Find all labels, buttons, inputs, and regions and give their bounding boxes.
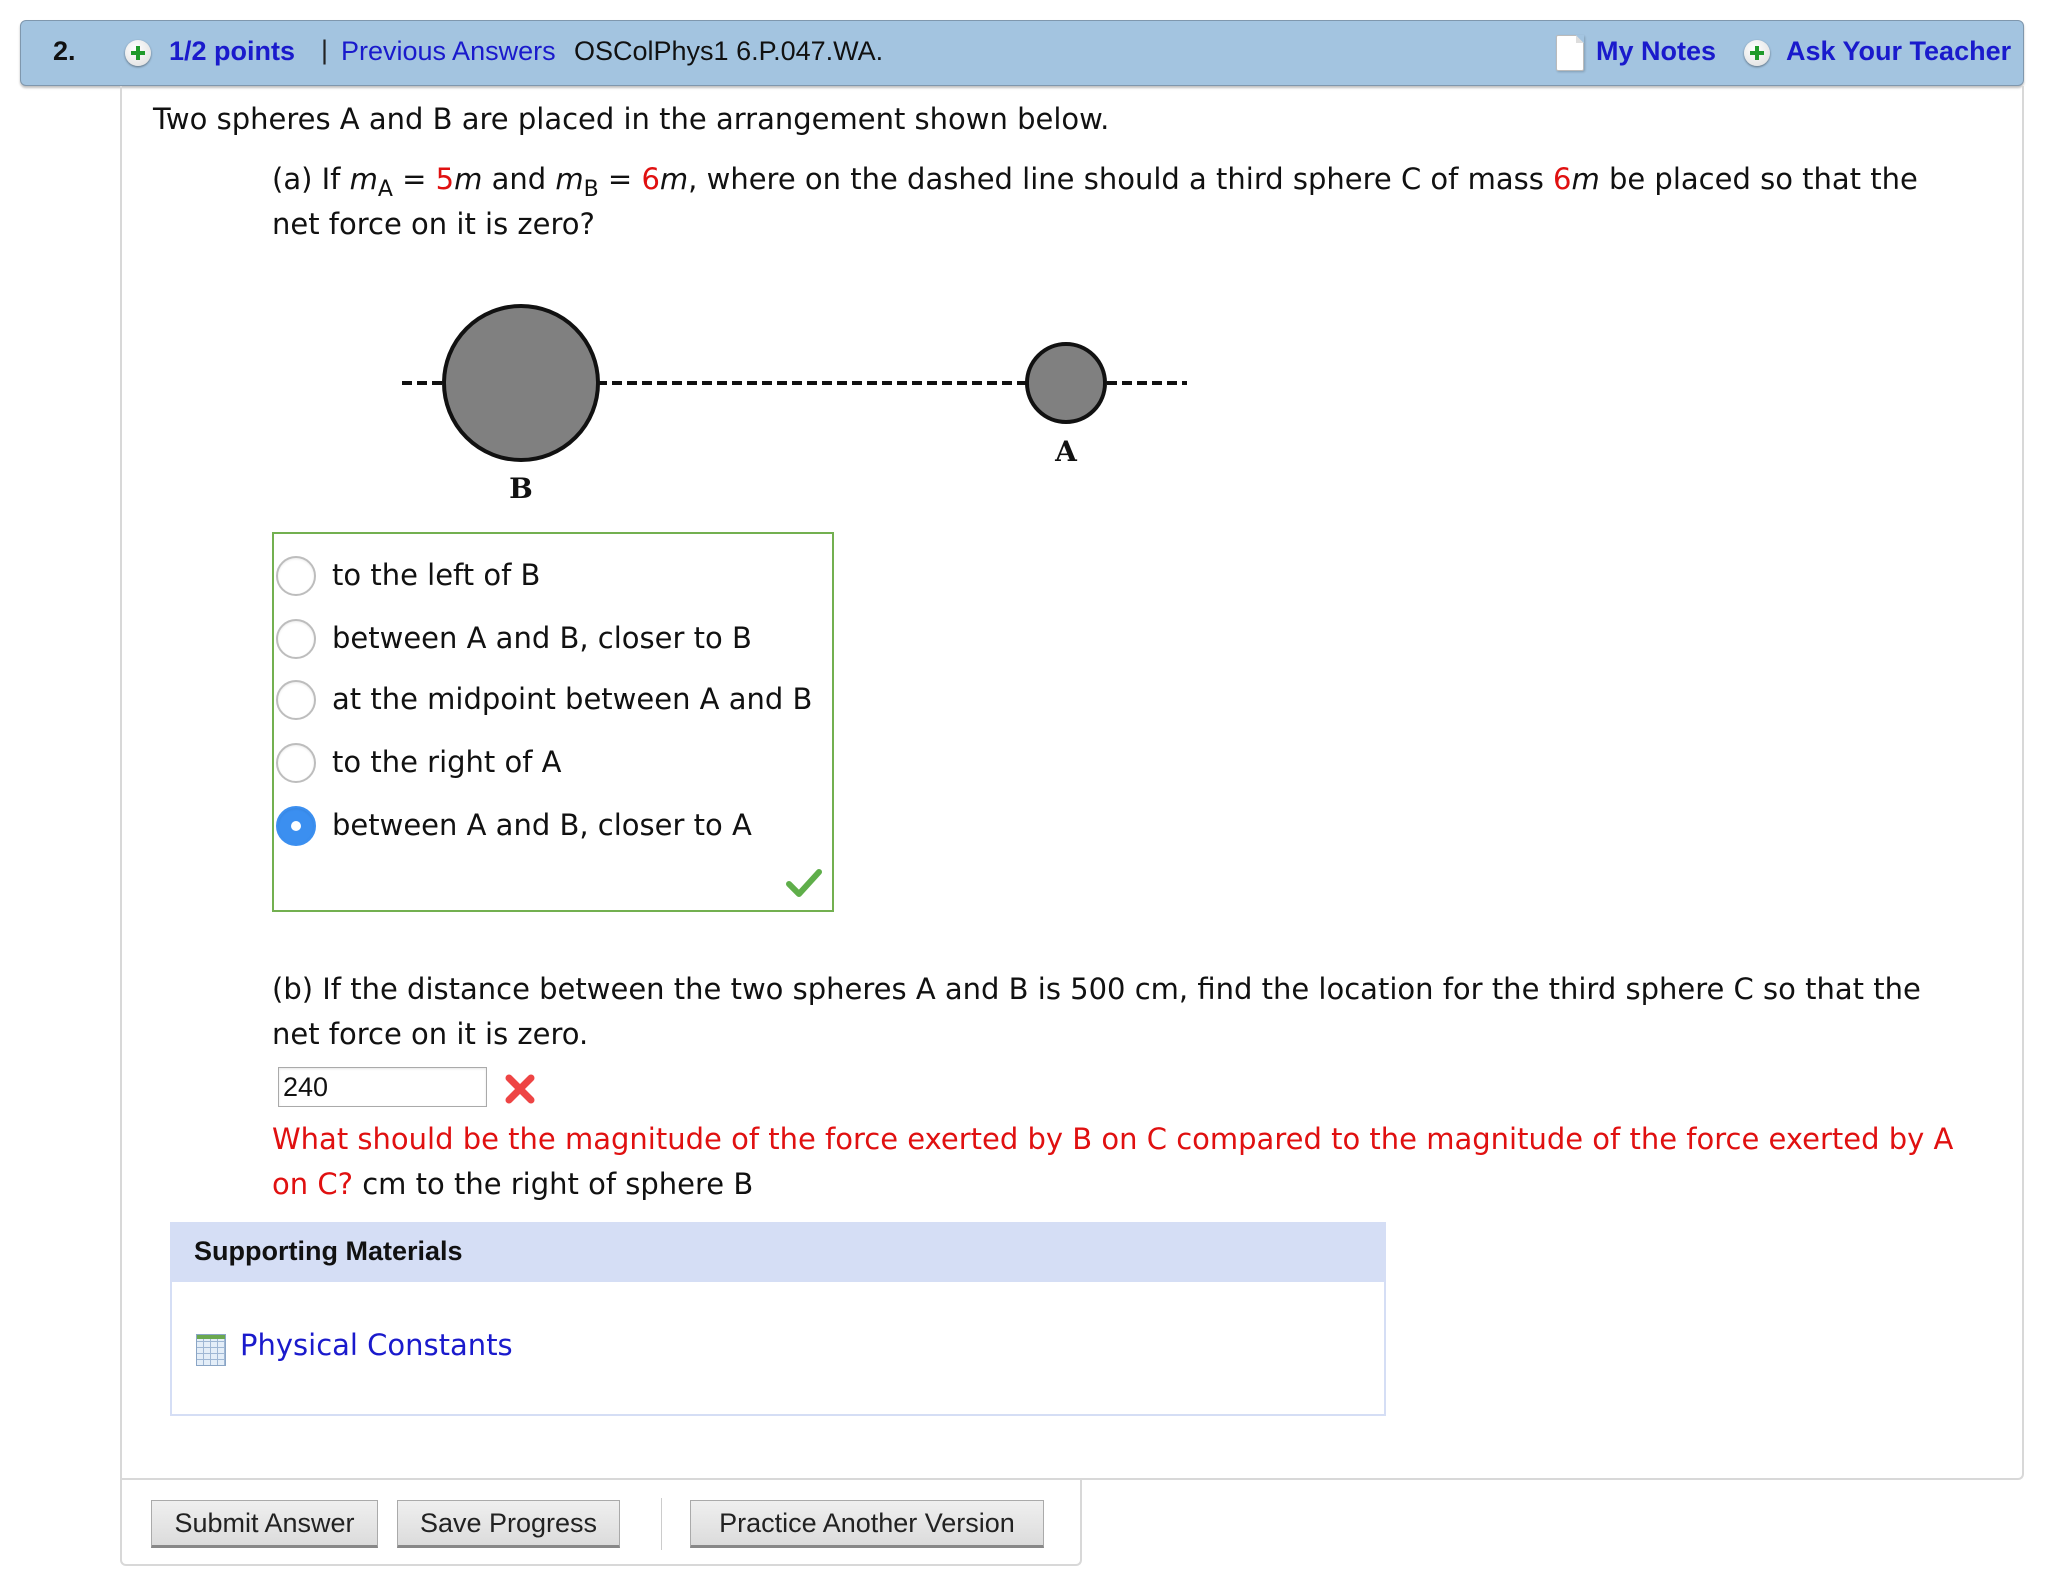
part-a-prompt-line2: net force on it is zero? xyxy=(272,207,595,241)
option-label: to the right of A xyxy=(332,745,562,779)
option-label: between A and B, closer to A xyxy=(332,808,752,842)
option-right-of-a[interactable]: to the right of A xyxy=(274,741,814,791)
question-intro: Two spheres A and B are placed in the ar… xyxy=(153,102,1110,136)
question-number: 2. xyxy=(53,36,76,66)
sphere-b xyxy=(442,304,600,462)
radio-button[interactable] xyxy=(276,619,316,659)
part-a-prompt: (a) If mA = 5m and mB = 6m, where on the… xyxy=(272,162,1918,202)
mass-a-value: 5 xyxy=(435,162,455,196)
label-b: B xyxy=(509,472,533,505)
mass-a-symbol: m xyxy=(349,162,378,196)
sphere-a xyxy=(1025,342,1107,424)
problem-code: OSColPhys1 6.P.047.WA. xyxy=(574,36,884,66)
option-label: to the left of B xyxy=(332,558,541,592)
part-b-answer-input[interactable] xyxy=(278,1067,487,1107)
part-b-prompt-line2: net force on it is zero. xyxy=(272,1017,589,1051)
text: be placed so that the xyxy=(1599,162,1918,196)
option-label: at the midpoint between A and B xyxy=(332,682,813,716)
note-page-icon[interactable] xyxy=(1556,35,1584,71)
part-b-prompt: (b) If the distance between the two sphe… xyxy=(272,972,1921,1006)
unit: m xyxy=(659,162,689,196)
option-closer-to-b[interactable]: between A and B, closer to B xyxy=(274,617,814,667)
submit-answer-button[interactable]: Submit Answer xyxy=(151,1500,378,1548)
ask-teacher-link[interactable]: Ask Your Teacher xyxy=(1786,36,2011,67)
points-link[interactable]: 1/2 points xyxy=(169,36,295,67)
incorrect-x-icon xyxy=(505,1074,535,1104)
spheres-diagram: B A xyxy=(402,304,1187,505)
mass-b-value: 6 xyxy=(641,162,660,196)
separator: | xyxy=(321,35,329,65)
option-midpoint[interactable]: at the midpoint between A and B xyxy=(274,678,814,728)
answer-options-box: to the left of B between A and B, closer… xyxy=(272,532,834,912)
my-notes-link[interactable]: My Notes xyxy=(1596,36,1716,67)
plus-circle-icon[interactable] xyxy=(1744,40,1770,66)
hint-text-end: on C? xyxy=(272,1167,353,1201)
hint-text-line2: on C? cm to the right of sphere B xyxy=(272,1167,753,1201)
unit: m xyxy=(1571,162,1600,196)
plus-circle-icon[interactable] xyxy=(125,40,151,66)
button-divider xyxy=(661,1498,662,1550)
subscript: B xyxy=(583,176,599,202)
save-progress-button[interactable]: Save Progress xyxy=(397,1500,620,1548)
label-a: A xyxy=(1054,435,1078,468)
radio-button-selected[interactable] xyxy=(276,806,316,846)
radio-button[interactable] xyxy=(276,743,316,783)
option-closer-to-a[interactable]: between A and B, closer to A xyxy=(274,804,814,854)
practice-another-version-button[interactable]: Practice Another Version xyxy=(690,1500,1044,1548)
text: = xyxy=(598,162,642,196)
table-icon[interactable] xyxy=(196,1334,226,1366)
mass-c-value: 6 xyxy=(1553,162,1572,196)
radio-button[interactable] xyxy=(276,556,316,596)
checkmark-icon xyxy=(786,869,822,897)
supporting-materials-panel: Supporting Materials Physical Constants xyxy=(170,1222,1386,1416)
subscript: A xyxy=(377,176,393,202)
text: (a) If xyxy=(272,162,350,196)
text: , where on the dashed line should a thir… xyxy=(688,162,1554,196)
radio-button[interactable] xyxy=(276,680,316,720)
question-header: 2. 1/2 points | Previous Answers OSColPh… xyxy=(20,20,2024,86)
hint-text: What should be the magnitude of the forc… xyxy=(272,1122,1954,1156)
option-label: between A and B, closer to B xyxy=(332,621,752,655)
answer-unit-label: cm to the right of sphere B xyxy=(352,1167,754,1201)
text: and xyxy=(482,162,556,196)
previous-answers-link[interactable]: Previous Answers xyxy=(341,36,556,67)
physical-constants-link[interactable]: Physical Constants xyxy=(240,1328,513,1362)
option-left-of-b[interactable]: to the left of B xyxy=(274,554,814,604)
supporting-materials-title: Supporting Materials xyxy=(172,1224,1384,1282)
unit: m xyxy=(454,162,483,196)
text: = xyxy=(392,162,436,196)
mass-b-symbol: m xyxy=(555,162,584,196)
